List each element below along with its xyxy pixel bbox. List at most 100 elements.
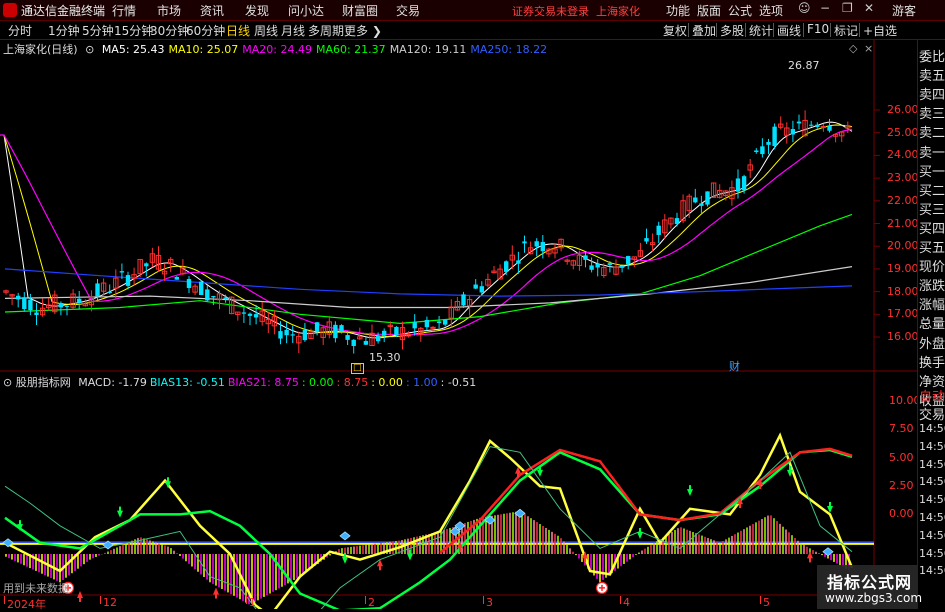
ma10-line <box>0 124 853 338</box>
menu-jiaoyi[interactable]: 交易 <box>396 2 420 19</box>
ma250-line <box>4 268 853 297</box>
ma-labels: MA5: 25.43 MA10: 25.07 MA20: 24.49 MA60: 21… <box>98 43 547 56</box>
auto-trade-label[interactable]: 自动 <box>919 386 945 405</box>
tick-time: 14:56 <box>919 564 945 578</box>
tool-diejia[interactable]: 叠加 <box>692 22 716 39</box>
price-tick-label: 19.00 <box>887 261 919 275</box>
tick-time: 14:56 <box>919 422 945 435</box>
quote-label[interactable]: 卖四 <box>919 84 945 103</box>
date-tick <box>483 596 484 604</box>
dotted-line <box>4 446 853 609</box>
quote-label[interactable]: 涨幅 <box>919 294 945 313</box>
quote-label[interactable]: 总量 <box>919 313 945 332</box>
period-multi[interactable]: 多周期 <box>308 22 344 39</box>
candle-body <box>589 265 594 270</box>
quote-label[interactable]: 买三 <box>919 199 945 218</box>
candle-body <box>278 331 283 339</box>
guest-label[interactable]: 游客 <box>892 2 916 19</box>
tool-tongji[interactable]: 统计 <box>749 22 773 39</box>
indicator-name[interactable]: 股朋指标网 <box>16 376 71 389</box>
candle-body <box>436 321 442 324</box>
indicator-markers <box>2 465 834 602</box>
user-icon[interactable]: ☺ <box>798 1 811 15</box>
quote-label[interactable]: 买二 <box>919 180 945 199</box>
menu-gongneng[interactable]: 功能 <box>666 2 690 19</box>
period-more[interactable]: 更多 ❯ <box>344 22 382 39</box>
quote-label[interactable]: 换手 <box>919 352 945 371</box>
minimize-icon[interactable]: − <box>820 1 830 15</box>
period-15min[interactable]: 15分钟 <box>114 22 153 39</box>
candle-body <box>607 263 613 265</box>
close-icon[interactable]: ✕ <box>864 1 874 15</box>
quote-label[interactable]: 外盘 <box>919 333 945 352</box>
period-30min[interactable]: 30分钟 <box>150 22 189 39</box>
candle-body <box>339 325 344 332</box>
date-tick-label: 4 <box>623 596 630 609</box>
chart-close-icon[interactable]: × <box>864 42 873 55</box>
finance-marker[interactable]: 财 <box>729 358 740 374</box>
tool-f10[interactable]: F10 <box>807 22 829 36</box>
candle-body <box>345 335 350 340</box>
period-month[interactable]: 月线 <box>281 22 305 39</box>
tool-fuquan[interactable]: 复权 <box>663 22 687 39</box>
candle-body <box>107 292 112 294</box>
menu-caifuquan[interactable]: 财富圈 <box>342 2 378 19</box>
tick-time: 14:56 <box>919 457 945 471</box>
period-week[interactable]: 周线 <box>254 22 278 39</box>
period-fenshi[interactable]: 分时 <box>8 22 32 39</box>
candle-body <box>772 126 777 147</box>
chart-header: 上海家化(日线) ⊙ MA5: 25.43 MA10: 25.07 MA20: 24… <box>3 41 547 57</box>
period-day[interactable]: 日线 <box>226 22 250 39</box>
quote-label[interactable]: 买四 <box>919 218 945 237</box>
menu-shichang[interactable]: 市场 <box>157 2 181 19</box>
candle-body <box>382 330 387 336</box>
restore-icon[interactable]: ❐ <box>842 1 853 15</box>
menu-zixun[interactable]: 资讯 <box>200 2 224 19</box>
menu-wenxiaoda[interactable]: 问小达 <box>288 2 324 19</box>
login-warning[interactable]: 证券交易未登录 上海家化 <box>512 3 640 19</box>
period-toolbar: 分时 1分钟 5分钟 15分钟 30分钟 60分钟 日线 周线 月线 多周期 更… <box>0 21 945 40</box>
indicator-value: BIAS13: -0.51 <box>149 376 225 389</box>
menu-faxian[interactable]: 发现 <box>245 2 269 19</box>
candle-body <box>241 312 247 314</box>
quote-label[interactable]: 卖五 <box>919 65 945 84</box>
settings-icon[interactable]: ⊙ <box>3 376 12 389</box>
menu-banmian[interactable]: 版面 <box>697 2 721 19</box>
quote-label[interactable]: 委比 <box>919 46 945 65</box>
period-1min[interactable]: 1分钟 <box>48 22 80 39</box>
chart-area[interactable] <box>0 40 917 609</box>
settings-icon[interactable]: ⊙ <box>85 43 94 56</box>
candle-body <box>199 281 204 296</box>
quote-label[interactable]: 现价 <box>919 256 945 275</box>
period-60min[interactable]: 60分钟 <box>186 22 225 39</box>
menu-hangqing[interactable]: 行情 <box>112 2 136 19</box>
quote-label[interactable]: 买一 <box>919 161 945 180</box>
indicator-tick-label: 10.00 <box>889 394 921 407</box>
buy-arrow-icon <box>213 587 219 599</box>
tool-zixuan[interactable]: +自选 <box>863 22 897 39</box>
quote-label[interactable]: 卖二 <box>919 122 945 141</box>
candle-body <box>693 197 698 203</box>
tool-huaxian[interactable]: 画线 <box>777 22 801 39</box>
candle-body <box>375 335 381 342</box>
date-tick <box>246 596 247 604</box>
tool-biaoji[interactable]: 标记 <box>834 22 858 39</box>
price-tick-label: 16.00 <box>887 330 919 343</box>
candle-body <box>34 312 39 316</box>
menu-gongshi[interactable]: 公式 <box>728 2 752 19</box>
menu-xuanxiang[interactable]: 选项 <box>759 2 783 19</box>
quote-label[interactable]: 卖一 <box>919 142 945 161</box>
quote-label[interactable]: 涨跌 <box>919 275 945 294</box>
tool-duogu[interactable]: 多股 <box>720 22 744 39</box>
quote-label[interactable]: 卖三 <box>919 103 945 122</box>
period-5min[interactable]: 5分钟 <box>82 22 114 39</box>
auto-trade-label[interactable]: 交易 <box>919 404 945 423</box>
bias13-line <box>4 432 854 609</box>
candle-body <box>809 124 814 126</box>
event-marker-icon[interactable]: □ <box>351 363 364 374</box>
chart-diamond-icon[interactable]: ◇ <box>849 42 857 55</box>
quote-label[interactable]: 买五 <box>919 237 945 256</box>
candle-body <box>186 279 192 289</box>
candle-body <box>223 297 228 299</box>
candle-body <box>28 299 33 311</box>
